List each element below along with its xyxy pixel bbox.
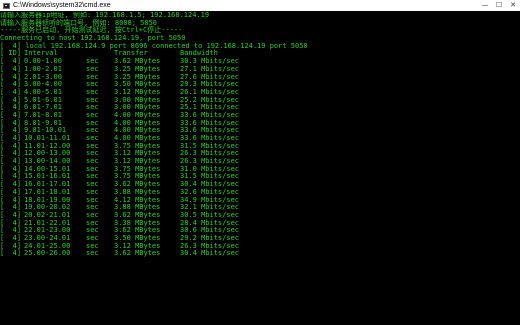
row-id: [ 4] — [0, 249, 22, 258]
table-row: [ 4] 11.01-12.00 sec 3.75 MBytes 31.5 Mbits/… — [0, 142, 520, 151]
local-connection-message: [ 4] local 192.168.124.9 port 8696 conne… — [0, 41, 308, 50]
window-controls: — ☐ ✕ — [478, 0, 520, 11]
table-row: [ 4] 16.01-17.01 sec 3.62 MBytes 30.4 Mbits/… — [0, 180, 520, 189]
minimize-icon[interactable]: — — [478, 0, 492, 11]
table-row: [ 4] 17.01-18.01 sec 3.88 MBytes 32.6 Mbits/… — [0, 188, 520, 197]
result-rows: [ 4] 0.00-1.00 sec 3.62 MBytes 30.3 Mbits/se… — [0, 57, 520, 258]
table-row: [ 4] 15.01-16.01 sec 3.75 MBytes 31.5 Mbits/… — [0, 173, 520, 181]
table-row: [ 4] 14.00-15.01 sec 3.75 MBytes 31.0 Mbits/… — [0, 165, 520, 174]
title-bar[interactable]: C:\Windows\system32\cmd.exe — ☐ ✕ — [0, 0, 520, 11]
table-row: [ 4] 1.00-2.01 sec 3.25 MBytes 27.1 Mbits/se… — [0, 65, 520, 74]
table-row: [ 4] 5.01-6.01 sec 3.00 MBytes 25.2 Mbits/se… — [0, 96, 520, 105]
console-output[interactable]: 请输入服务器ip地址, 例如: 192.168.1.5; 192.168.124… — [0, 12, 520, 325]
table-row: [ 4] 21.01-22.01 sec 3.38 MBytes 28.4 Mbits/… — [0, 219, 520, 228]
table-row: [ 4] 24.01-25.00 sec 3.12 MBytes 26.3 Mbits/… — [0, 242, 520, 251]
cmd-app-icon[interactable] — [3, 2, 10, 9]
table-row: [ 4] 18.01-19.00 sec 4.12 MBytes 34.9 Mbits/… — [0, 196, 520, 205]
maximize-icon[interactable]: ☐ — [492, 0, 506, 11]
table-row: [ 4] 8.01-9.01 sec 4.00 MBytes 33.6 Mbits/se… — [0, 119, 520, 128]
table-row: [ 4] 4.00-5.01 sec 3.12 MBytes 26.1 Mbits/se… — [0, 88, 520, 97]
cmd-window: C:\Windows\system32\cmd.exe — ☐ ✕ 请输入服务器… — [0, 0, 520, 325]
table-row: [ 4] 10.01-11.01 sec 4.00 MBytes 33.6 Mbits/… — [0, 134, 520, 143]
row-interval: 25.00-26.00 — [24, 249, 71, 258]
window-title: C:\Windows\system32\cmd.exe — [13, 2, 111, 9]
table-row: [ 4] 23.00-24.01 sec 3.50 MBytes 29.2 Mbits/… — [0, 234, 520, 243]
row-unit: sec — [86, 249, 99, 258]
table-row: [ 4] 19.00-20.02 sec 3.88 MBytes 32.1 Mbits/… — [0, 203, 520, 212]
table-row: [ 4] 13.00-14.00 sec 3.12 MBytes 26.3 Mbits/… — [0, 157, 520, 166]
table-row: [ 4] 25.00-26.00 sec 3.62 MBytes 30.4 Mbits/… — [0, 250, 520, 258]
table-row: [ 4] 12.00-13.00 sec 3.12 MBytes 26.3 Mbits/… — [0, 150, 520, 158]
table-row: [ 4] 9.01-10.01 sec 4.00 MBytes 33.6 Mbits/s… — [0, 127, 520, 135]
table-row: [ 4] 0.00-1.00 sec 3.62 MBytes 30.3 Mbits/se… — [0, 57, 520, 66]
table-row: [ 4] 6.01-7.01 sec 3.00 MBytes 25.1 Mbits/se… — [0, 104, 520, 112]
row-bandwidth: 30.4 Mbits/sec — [180, 249, 240, 258]
table-row: [ 4] 7.01-8.01 sec 4.00 MBytes 33.6 Mbits/se… — [0, 111, 520, 120]
table-row: [ 4] 20.02-21.01 sec 3.62 MBytes 30.5 Mbits/… — [0, 211, 520, 220]
table-header: [ ID] Interval Transfer Bandwidth — [0, 50, 520, 58]
close-icon[interactable]: ✕ — [506, 0, 520, 11]
row-transfer: 3.62 MBytes — [114, 249, 161, 258]
table-row: [ 4] 3.00-4.00 sec 3.50 MBytes 29.3 Mbits/se… — [0, 80, 520, 89]
table-row: [ 4] 2.01-3.00 sec 3.25 MBytes 27.6 Mbits/se… — [0, 73, 520, 82]
table-row: [ 4] 22.01-23.00 sec 3.62 MBytes 30.6 Mbits/… — [0, 227, 520, 235]
